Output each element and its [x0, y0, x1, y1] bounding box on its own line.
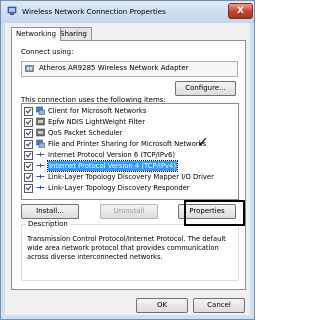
- dialog-content: Networking Sharing Connect using: Athero…: [5, 23, 250, 315]
- list-item[interactable]: Epfw NDIS LightWeight Filter: [24, 117, 234, 127]
- item-label: Client for Microsoft Networks: [48, 107, 147, 115]
- item-checkbox[interactable]: [24, 140, 33, 149]
- item-label: Internet Protocol Version 6 (TCP/IPv6): [48, 151, 175, 159]
- item-label: Link-Layer Topology Discovery Responder: [48, 184, 190, 192]
- description-text: Transmission Control Protocol/Internet P…: [27, 235, 226, 261]
- list-item[interactable]: Internet Protocol Version 6 (TCP/IPv6): [24, 150, 234, 160]
- item-checkbox[interactable]: [24, 107, 33, 116]
- protocol-icon: [36, 163, 45, 168]
- adapter-name: Atheros AR9285 Wireless Network Adapter: [39, 64, 189, 72]
- network-client-icon: [36, 139, 45, 148]
- description-group: Description Transmission Control Protoco…: [21, 220, 239, 281]
- item-label: QoS Packet Scheduler: [48, 129, 123, 137]
- properties-highlight-box: [184, 200, 245, 226]
- protocol-icon: [36, 152, 45, 157]
- properties-dialog: Wireless Network Connection Properties X…: [0, 0, 255, 320]
- item-label: File and Printer Sharing for Microsoft N…: [48, 140, 207, 148]
- cancel-button[interactable]: Cancel: [193, 298, 245, 313]
- title-bar[interactable]: Wireless Network Connection Properties X: [1, 1, 254, 23]
- protocol-icon: [36, 185, 45, 190]
- network-adapter-icon: [25, 65, 34, 72]
- window-title: Wireless Network Connection Properties: [22, 7, 166, 16]
- configure-button[interactable]: Configure...: [175, 81, 236, 96]
- close-button[interactable]: X: [228, 3, 253, 19]
- list-item-selected[interactable]: Internet Protocol Version 4 (TCP/IPv4): [24, 160, 234, 172]
- networking-panel: Connect using: Atheros AR9285 Wireless N…: [11, 40, 246, 290]
- network-connection-icon: [7, 6, 17, 15]
- uninstall-button[interactable]: Uninstall: [100, 204, 158, 219]
- item-label: Link-Layer Topology Discovery Mapper I/O…: [48, 173, 214, 181]
- network-service-icon: [36, 117, 45, 126]
- components-list[interactable]: Client for Microsoft Networks Epfw NDIS …: [21, 103, 239, 200]
- ok-button[interactable]: OK: [136, 298, 188, 313]
- network-service-icon: [36, 128, 45, 137]
- item-label: Epfw NDIS LightWeight Filter: [48, 118, 146, 126]
- item-checkbox[interactable]: [24, 151, 33, 160]
- description-title: Description: [26, 220, 70, 228]
- item-checkbox[interactable]: [24, 184, 33, 193]
- item-checkbox[interactable]: [24, 129, 33, 138]
- protocol-icon: [36, 174, 45, 179]
- annotation-checkmark-icon: ✓: [197, 135, 209, 151]
- item-checkbox[interactable]: [24, 173, 33, 182]
- item-checkbox[interactable]: [24, 162, 33, 171]
- list-item[interactable]: Link-Layer Topology Discovery Responder: [24, 183, 234, 193]
- install-button[interactable]: Install...: [21, 204, 79, 219]
- adapter-field: Atheros AR9285 Wireless Network Adapter: [21, 61, 238, 77]
- list-item[interactable]: Client for Microsoft Networks: [24, 106, 234, 116]
- network-client-icon: [36, 106, 45, 115]
- connect-using-label: Connect using:: [21, 48, 74, 56]
- item-label: Internet Protocol Version 4 (TCP/IPv4): [47, 160, 178, 172]
- item-checkbox[interactable]: [24, 118, 33, 127]
- list-item[interactable]: Link-Layer Topology Discovery Mapper I/O…: [24, 172, 234, 182]
- tab-networking[interactable]: Networking: [11, 27, 62, 41]
